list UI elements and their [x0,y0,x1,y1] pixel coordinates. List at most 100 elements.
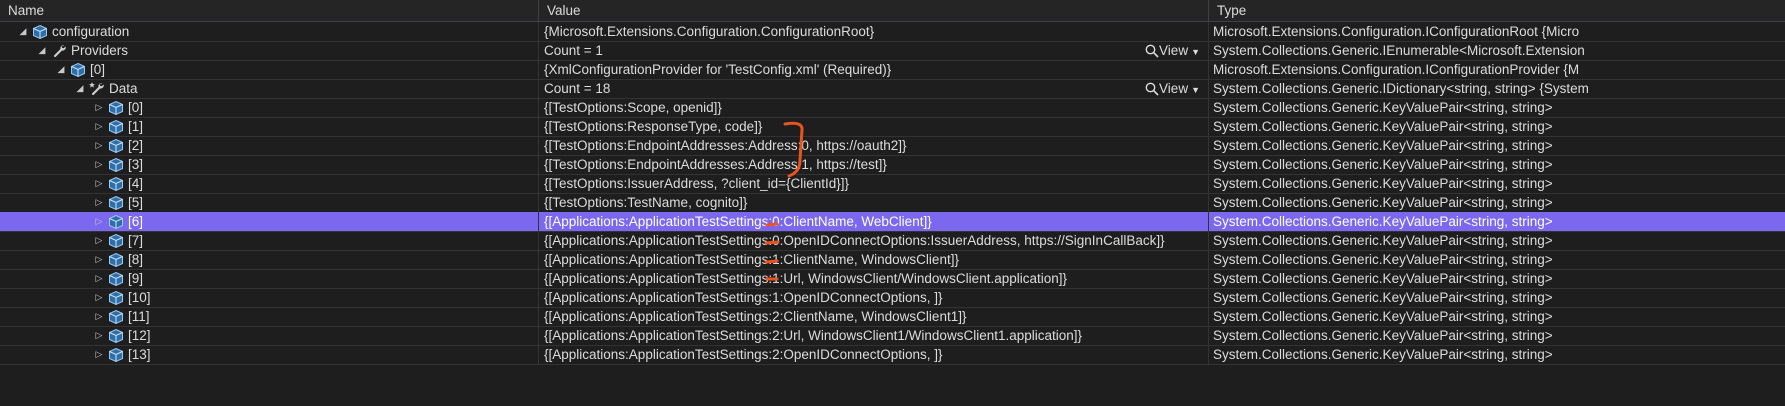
expand-arrow-icon[interactable]: ▷ [93,345,105,364]
value-cell[interactable]: {[TestOptions:EndpointAddresses:Address:… [539,155,1209,174]
name-label: [8] [128,252,144,267]
expand-arrow-icon[interactable]: ▷ [93,193,105,212]
tree-row[interactable]: ▷ [9] {[Applications:ApplicationTestSettin… [0,269,1785,289]
value-text: {[Applications:ApplicationTestSettings:1… [544,252,959,267]
type-cell: System.Collections.Generic.KeyValuePair<… [1213,328,1553,343]
name-cell: ◢ Data [0,79,539,98]
value-text: {[Applications:ApplicationTestSettings:2… [544,309,967,324]
tree-row[interactable]: ▷ [7] {[Applications:ApplicationTestSettin… [0,231,1785,251]
tree-row[interactable]: ▷ [13] {[Applications:ApplicationTestSetti… [0,345,1785,365]
tree-row[interactable]: ▷ [11] {[Applications:ApplicationTestSetti… [0,307,1785,327]
value-cell[interactable]: {[Applications:ApplicationTestSettings:1… [539,250,1209,269]
value-cell[interactable]: {[Applications:ApplicationTestSettings:1… [539,269,1209,288]
value-text: {[Applications:ApplicationTestSettings:1… [544,290,943,305]
name-cell: ▷ [13] [0,345,539,364]
name-label: [1] [128,119,144,134]
expand-arrow-icon[interactable]: ▷ [93,269,105,288]
value-cell[interactable]: {[Applications:ApplicationTestSettings:0… [539,231,1209,250]
value-cell[interactable]: {[TestOptions:ResponseType, code]} [539,117,1209,136]
object-icon [108,138,124,154]
object-icon [32,24,48,40]
value-text: {[Applications:ApplicationTestSettings:2… [544,347,943,362]
type-cell: System.Collections.Generic.KeyValuePair<… [1213,271,1553,286]
view-button[interactable]: View ▼ [1145,79,1200,98]
tree-row[interactable]: ◢ configuration {Microsoft.Extensions.Conf… [0,22,1785,42]
collapse-arrow-icon[interactable]: ◢ [55,60,67,79]
expand-arrow-icon[interactable]: ▷ [93,98,105,117]
name-label: [11] [128,309,150,324]
value-text: {Microsoft.Extensions.Configuration.Conf… [544,24,875,39]
type-cell: Microsoft.Extensions.Configuration.IConf… [1213,24,1580,39]
value-cell[interactable]: {[Applications:ApplicationTestSettings:2… [539,307,1209,326]
tree-row[interactable]: ▷ [12] {[Applications:ApplicationTestSetti… [0,326,1785,346]
column-header-type[interactable]: Type [1209,0,1785,21]
expand-arrow-icon[interactable]: ▷ [93,136,105,155]
name-cell: ▷ [3] [0,155,539,174]
value-cell[interactable]: {[Applications:ApplicationTestSettings:2… [539,345,1209,364]
name-cell: ▷ [7] [0,231,539,250]
expand-arrow-icon[interactable]: ▷ [93,212,105,231]
object-icon [108,119,124,135]
value-cell[interactable]: {[Applications:ApplicationTestSettings:0… [539,212,1209,231]
name-cell: ▷ [10] [0,288,539,307]
tree-row[interactable]: ▷ [1] {[TestOptions:ResponseType, code]} Sy… [0,117,1785,137]
expand-arrow-icon[interactable]: ▷ [93,174,105,193]
value-cell[interactable]: {[TestOptions:EndpointAddresses:Address:… [539,136,1209,155]
type-cell: System.Collections.Generic.IEnumerable<M… [1213,43,1585,58]
expand-arrow-icon[interactable]: ▷ [93,117,105,136]
object-icon [108,176,124,192]
expand-arrow-icon[interactable]: ▷ [93,250,105,269]
value-cell[interactable]: {[TestOptions:TestName, cognito]} [539,193,1209,212]
collapse-arrow-icon[interactable]: ◢ [36,41,48,60]
dropdown-caret-icon[interactable]: ▼ [1191,85,1200,95]
name-label: configuration [52,24,130,39]
type-cell: System.Collections.Generic.KeyValuePair<… [1213,309,1553,324]
type-cell: System.Collections.Generic.KeyValuePair<… [1213,138,1553,153]
tree-row[interactable]: ▷ [2] {[TestOptions:EndpointAddresses:Addr… [0,136,1785,156]
expand-arrow-icon[interactable]: ▷ [93,307,105,326]
value-cell[interactable]: Count = 18 View ▼ [539,79,1209,98]
column-header-name[interactable]: Name [0,0,539,21]
name-cell: ▷ [5] [0,193,539,212]
object-icon [108,271,124,287]
dropdown-caret-icon[interactable]: ▼ [1191,47,1200,57]
expand-arrow-icon[interactable]: ▷ [93,288,105,307]
object-icon [108,233,124,249]
tree-row[interactable]: ▷ [10] {[Applications:ApplicationTestSetti… [0,288,1785,308]
type-cell: System.Collections.Generic.KeyValuePair<… [1213,233,1553,248]
object-icon [108,214,124,230]
value-cell[interactable]: {[Applications:ApplicationTestSettings:2… [539,326,1209,345]
expand-arrow-icon[interactable]: ▷ [93,231,105,250]
column-header-value[interactable]: Value [539,0,1209,21]
tree-row[interactable]: ◢ [0] {XmlConfigurationProvider for 'TestC… [0,60,1785,80]
tree-row[interactable]: ▷ [4] {[TestOptions:IssuerAddress, ?client… [0,174,1785,194]
name-cell: ▷ [2] [0,136,539,155]
tree-row[interactable]: ◢ Providers Count = 1 View ▼ System.Collectio… [0,41,1785,61]
expand-arrow-icon[interactable]: ▷ [93,326,105,345]
value-text: {[TestOptions:TestName, cognito]} [544,195,748,210]
tree-row[interactable]: ◢ Data Count = 18 View ▼ System.Collections.G… [0,79,1785,99]
name-label: [13] [128,347,151,362]
tree-row[interactable]: ▷ [8] {[Applications:ApplicationTestSettin… [0,250,1785,270]
name-cell: ▷ [4] [0,174,539,193]
collapse-arrow-icon[interactable]: ◢ [74,79,86,98]
view-button[interactable]: View ▼ [1145,41,1200,60]
tree-row[interactable]: ▷ [6] {[Applications:ApplicationTestSettin… [0,212,1785,232]
collapse-arrow-icon[interactable]: ◢ [17,22,29,41]
value-cell[interactable]: {XmlConfigurationProvider for 'TestConfi… [539,60,1209,79]
name-cell: ◢ [0] [0,60,539,79]
value-cell[interactable]: {[Applications:ApplicationTestSettings:1… [539,288,1209,307]
value-cell[interactable]: {[TestOptions:IssuerAddress, ?client_id=… [539,174,1209,193]
tree-row[interactable]: ▷ [3] {[TestOptions:EndpointAddresses:Addr… [0,155,1785,175]
tree-row[interactable]: ▷ [5] {[TestOptions:TestName, cognito]} Sys… [0,193,1785,213]
value-text: {[TestOptions:EndpointAddresses:Address:… [544,157,887,172]
name-cell: ▷ [9] [0,269,539,288]
value-cell[interactable]: Count = 1 View ▼ [539,41,1209,60]
object-icon [108,309,124,325]
name-label: [0] [128,100,144,115]
name-cell: ▷ [11] [0,307,539,326]
value-cell[interactable]: {Microsoft.Extensions.Configuration.Conf… [539,22,1209,41]
expand-arrow-icon[interactable]: ▷ [93,155,105,174]
tree-row[interactable]: ▷ [0] {[TestOptions:Scope, openid]} System.… [0,98,1785,118]
value-cell[interactable]: {[TestOptions:Scope, openid]} [539,98,1209,117]
